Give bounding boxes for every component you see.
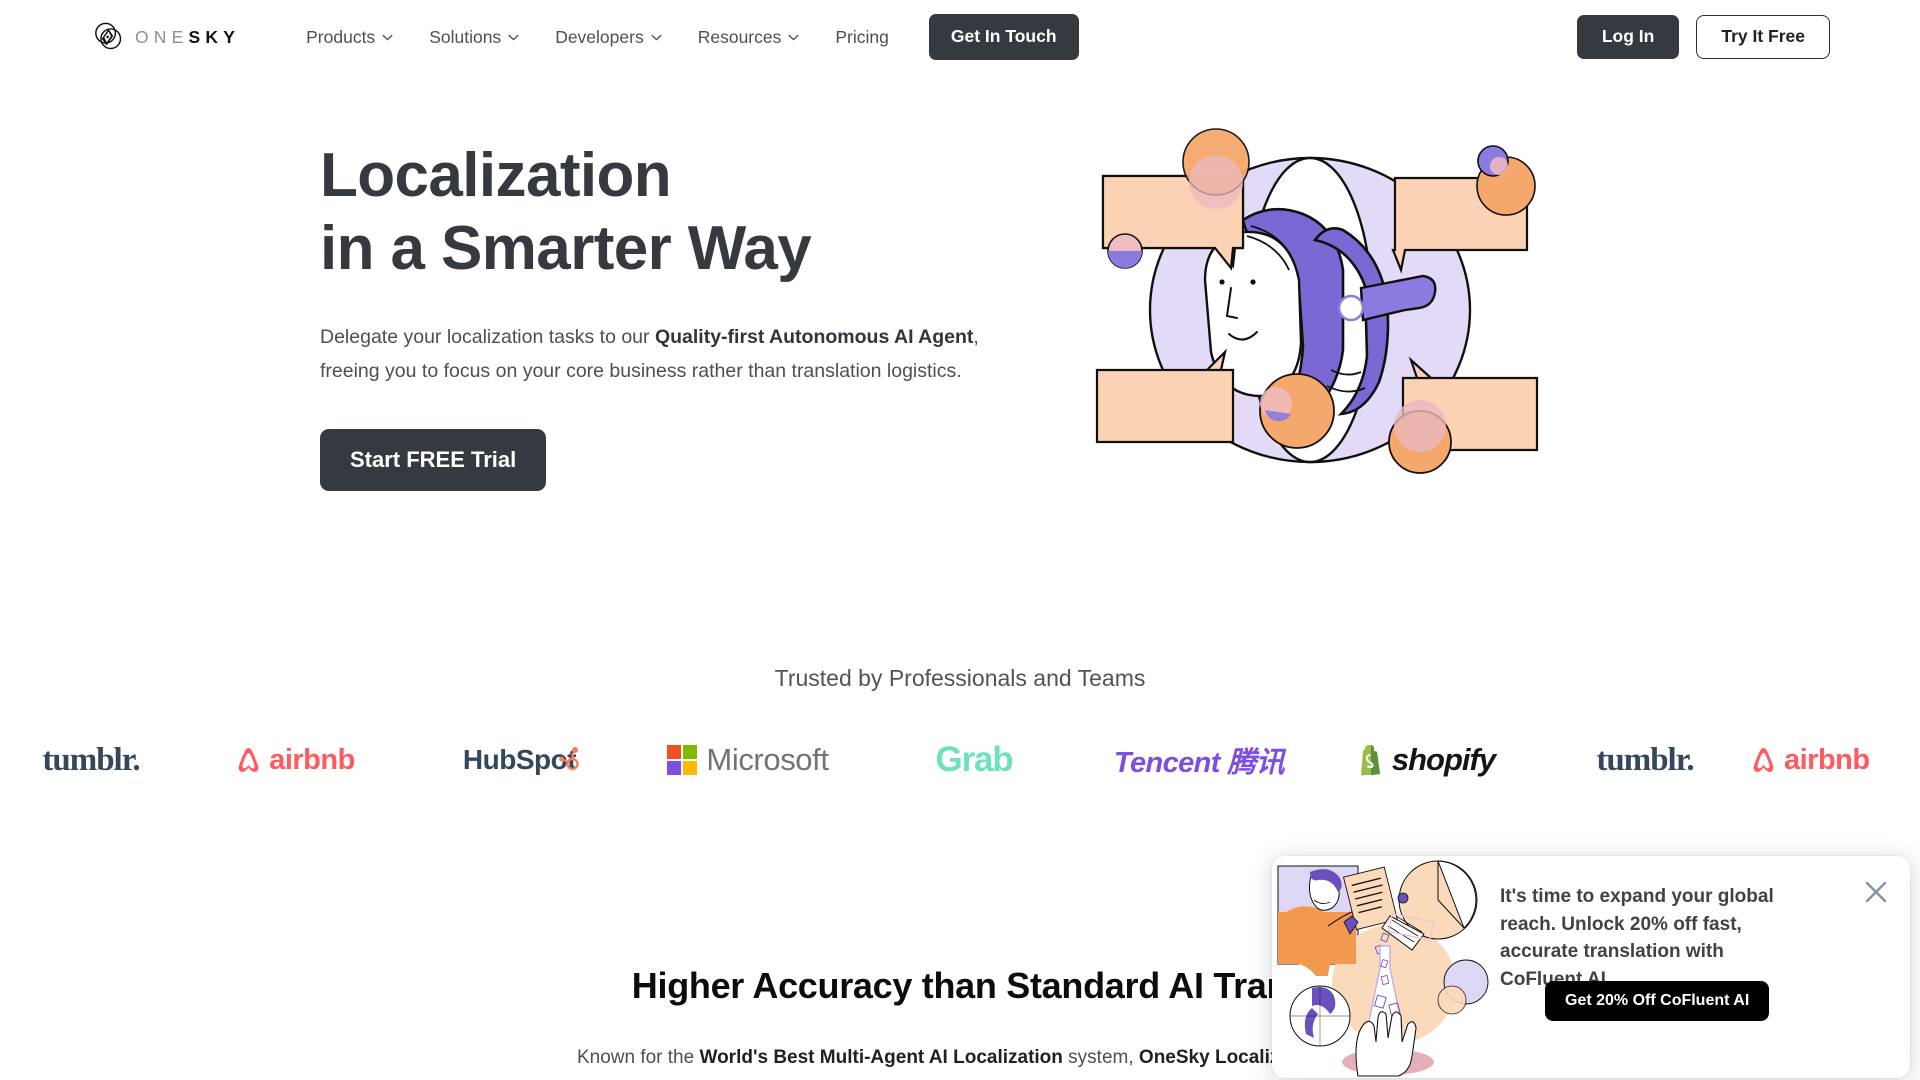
nav-item-resources[interactable]: Resources: [680, 19, 818, 56]
header-actions: Log In Try It Free: [1576, 15, 1830, 59]
client-logo-label: airbnb: [269, 743, 355, 776]
client-logo-grab: Grab: [862, 720, 1086, 800]
hubspot-sprocket-icon: [559, 746, 579, 770]
onesky-logo[interactable]: ONESKY: [92, 20, 240, 54]
client-logo-strip: tumblr. airbnb HubSpot Microsoft Grab Te…: [0, 720, 1920, 800]
promo-content: It's time to expand your global reach. U…: [1490, 856, 1910, 1021]
client-logo-airbnb: airbnb: [182, 720, 408, 800]
section-2-sub-part-1: Known for the: [576, 1047, 700, 1068]
hero-illustration: [1095, 128, 1539, 474]
client-logo-label: Microsoft: [706, 742, 829, 777]
hero-subtitle: Delegate your localization tasks to our …: [320, 320, 1020, 388]
site-header: ONESKY Products Solutions Developers Res…: [0, 0, 1920, 74]
hero-title-line-2: in a Smarter Way: [320, 213, 812, 283]
section-2-sub-bold-1: World's Best Multi-Agent AI Localization: [699, 1047, 1063, 1068]
nav-label-solutions: Solutions: [429, 26, 502, 47]
main-nav: Products Solutions Developers Resources …: [288, 14, 1079, 60]
hero-title-line-1: Localization: [320, 141, 672, 210]
promo-illustration: [1272, 856, 1490, 1078]
client-logo-airbnb-2: airbnb: [1750, 720, 1920, 800]
chevron-down-icon: [651, 34, 662, 40]
log-in-button[interactable]: Log In: [1576, 15, 1680, 59]
section-2-sub-part-2: system,: [1062, 1047, 1139, 1068]
get-in-touch-button[interactable]: Get In Touch: [928, 14, 1079, 60]
nav-label-pricing: Pricing: [835, 26, 889, 47]
hero-sub-part-1: Delegate your localization tasks to our: [320, 326, 655, 349]
landing-page: ONESKY Products Solutions Developers Res…: [0, 0, 1920, 1080]
promo-message: It's time to expand your global reach. U…: [1500, 886, 1774, 990]
airbnb-icon: [238, 747, 259, 772]
shopify-bag-icon: [1360, 745, 1380, 776]
start-free-trial-button[interactable]: Start FREE Trial: [320, 429, 547, 492]
client-logo-label: Grab: [935, 740, 1014, 779]
onesky-compass-logo-icon: [95, 22, 122, 50]
client-logo-microsoft: Microsoft: [634, 720, 862, 800]
nav-item-pricing[interactable]: Pricing: [817, 19, 907, 56]
nav-item-solutions[interactable]: Solutions: [411, 19, 537, 56]
nav-label-products: Products: [306, 26, 376, 47]
client-logo-label: shopify: [1391, 742, 1496, 777]
hero-copy: Localization in a Smarter Way Delegate y…: [320, 140, 1040, 492]
client-logo-label: airbnb: [1784, 743, 1870, 776]
nav-label-developers: Developers: [555, 26, 644, 47]
nav-item-products[interactable]: Products: [288, 19, 411, 56]
airbnb-icon: [1753, 747, 1774, 772]
nav-label-resources: Resources: [697, 26, 782, 47]
client-logo-hubspot: HubSpot: [408, 720, 634, 800]
logo-wordmark: ONESKY: [135, 26, 241, 47]
chevron-down-icon: [382, 34, 393, 40]
client-logo-label: tumblr.: [1596, 741, 1694, 778]
chevron-down-icon: [508, 34, 519, 40]
client-logo-label: Tencent 腾讯: [1113, 747, 1285, 779]
hero-sub-bold: Quality-first Autonomous AI Agent: [654, 326, 974, 349]
client-logo-tumblr: tumblr.: [0, 720, 182, 800]
close-icon[interactable]: [1862, 878, 1890, 906]
trusted-by-heading: Trusted by Professionals and Teams: [774, 665, 1146, 691]
client-logo-shopify: shopify: [1312, 720, 1540, 800]
get-discount-button[interactable]: Get 20% Off CoFluent AI: [1545, 981, 1770, 1021]
nav-item-developers[interactable]: Developers: [537, 19, 680, 56]
try-it-free-button[interactable]: Try It Free: [1696, 15, 1830, 59]
client-logo-tencent: Tencent 腾讯: [1086, 720, 1312, 800]
chevron-down-icon: [788, 34, 799, 40]
promo-popup: It's time to expand your global reach. U…: [1272, 856, 1910, 1078]
microsoft-icon: [667, 745, 698, 775]
client-logo-tumblr-2: tumblr.: [1540, 720, 1750, 800]
page-title: Localization in a Smarter Way: [320, 140, 1040, 285]
client-logo-label: tumblr.: [42, 741, 140, 778]
